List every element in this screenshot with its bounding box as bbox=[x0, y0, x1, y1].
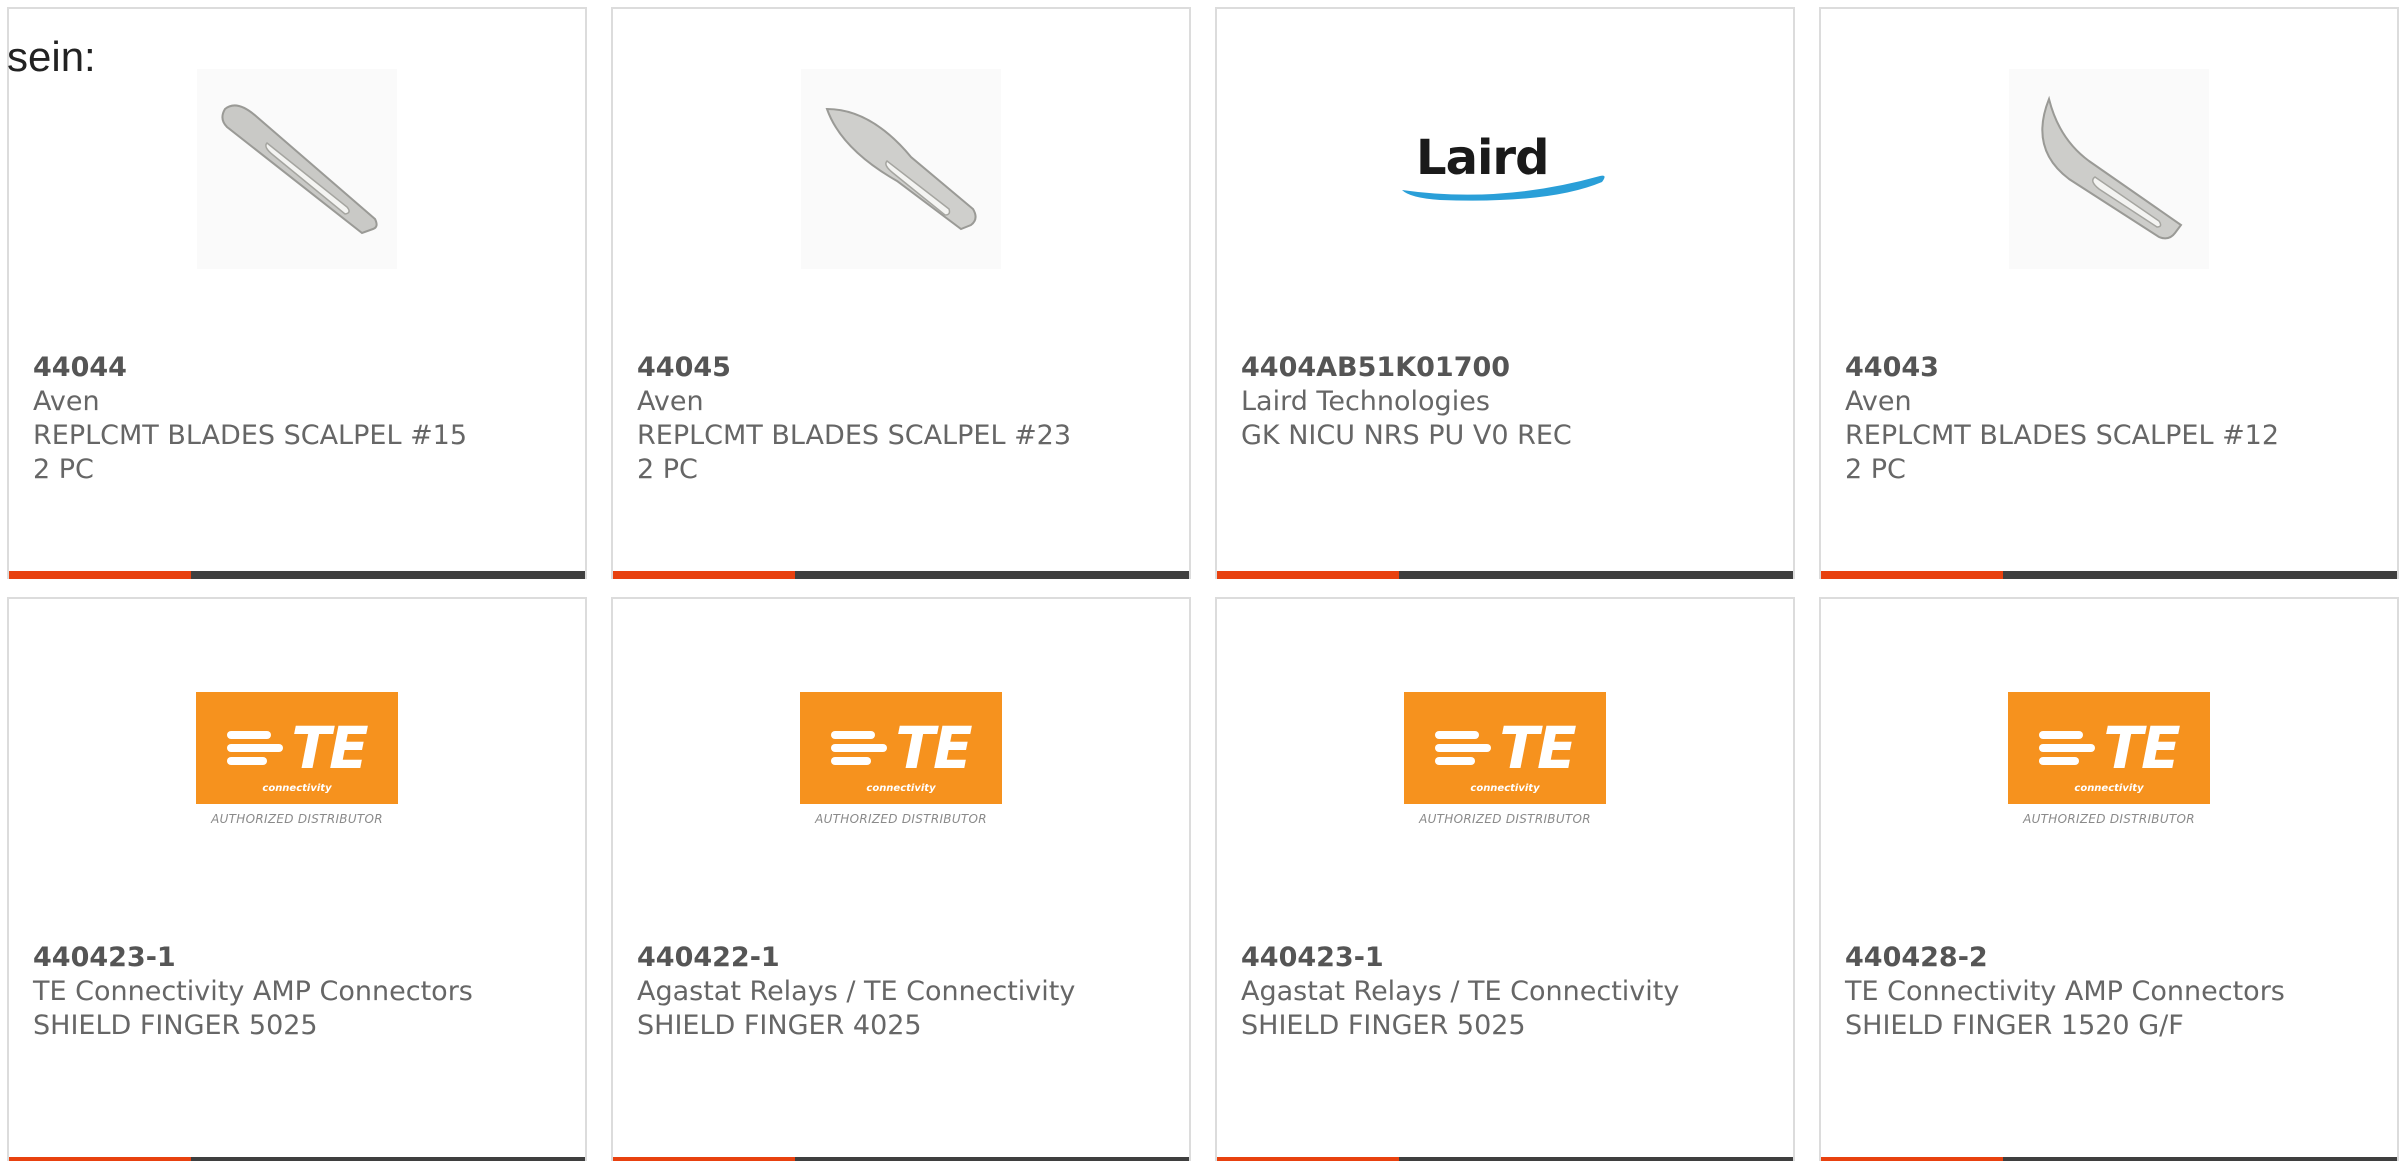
quantity: 2 PC bbox=[33, 454, 94, 485]
description: SHIELD FINGER 1520 G/F bbox=[1845, 1010, 2184, 1041]
card-bottom-bar bbox=[613, 571, 1189, 579]
product-image[interactable]: TE connectivity AUTHORIZED DISTRIBUTOR bbox=[613, 659, 1189, 859]
te-authorized-text: AUTHORIZED DISTRIBUTOR bbox=[211, 812, 383, 826]
product-card[interactable]: TE connectivity AUTHORIZED DISTRIBUTOR 4… bbox=[7, 597, 587, 1161]
te-logo-mark: TE bbox=[291, 714, 368, 782]
part-number[interactable]: 44045 bbox=[637, 351, 1169, 385]
te-logo-sub: connectivity bbox=[866, 783, 936, 794]
product-image[interactable]: Laird bbox=[1217, 69, 1793, 269]
product-image[interactable]: TE connectivity AUTHORIZED DISTRIBUTOR bbox=[1821, 659, 2397, 859]
scalpel-blade-15-icon bbox=[197, 69, 397, 269]
card-accent-bar bbox=[9, 571, 191, 579]
manufacturer: TE Connectivity AMP Connectors bbox=[1845, 976, 2285, 1007]
te-logo-mark: TE bbox=[2103, 714, 2180, 782]
quantity: 2 PC bbox=[637, 454, 698, 485]
product-card[interactable]: 44044 Aven REPLCMT BLADES SCALPEL #15 2 … bbox=[7, 7, 587, 579]
card-bottom-bar bbox=[1217, 1157, 1793, 1161]
product-card[interactable]: 44043 Aven REPLCMT BLADES SCALPEL #12 2 … bbox=[1819, 7, 2399, 579]
manufacturer: TE Connectivity AMP Connectors bbox=[33, 976, 473, 1007]
product-card[interactable]: TE connectivity AUTHORIZED DISTRIBUTOR 4… bbox=[1215, 597, 1795, 1161]
te-authorized-text: AUTHORIZED DISTRIBUTOR bbox=[2023, 812, 2195, 826]
product-image[interactable] bbox=[9, 69, 585, 269]
card-accent-bar bbox=[1821, 571, 2003, 579]
lead-text: sein: bbox=[7, 33, 96, 80]
manufacturer: Agastat Relays / TE Connectivity bbox=[637, 976, 1076, 1007]
part-number[interactable]: 4404AB51K01700 bbox=[1241, 351, 1773, 385]
te-logo-sub: connectivity bbox=[1470, 783, 1540, 794]
manufacturer: Laird Technologies bbox=[1241, 386, 1490, 417]
te-connectivity-logo: TE connectivity AUTHORIZED DISTRIBUTOR bbox=[1404, 692, 1606, 826]
manufacturer: Aven bbox=[637, 386, 704, 417]
te-authorized-text: AUTHORIZED DISTRIBUTOR bbox=[815, 812, 987, 826]
laird-swoosh-icon bbox=[1402, 175, 1605, 201]
manufacturer: Aven bbox=[33, 386, 100, 417]
card-bottom-bar bbox=[1821, 1157, 2397, 1161]
part-number[interactable]: 44044 bbox=[33, 351, 565, 385]
te-connectivity-logo: TE connectivity AUTHORIZED DISTRIBUTOR bbox=[2008, 692, 2210, 826]
card-accent-bar bbox=[613, 571, 795, 579]
card-accent-bar bbox=[1217, 571, 1399, 579]
product-image[interactable]: TE connectivity AUTHORIZED DISTRIBUTOR bbox=[1217, 659, 1793, 859]
laird-logo: Laird bbox=[1400, 124, 1610, 214]
description: REPLCMT BLADES SCALPEL #12 bbox=[1845, 420, 2280, 451]
manufacturer: Agastat Relays / TE Connectivity bbox=[1241, 976, 1680, 1007]
part-number[interactable]: 440422-1 bbox=[637, 941, 1169, 975]
product-image[interactable] bbox=[1821, 69, 2397, 269]
product-image[interactable] bbox=[613, 69, 1189, 269]
card-bottom-bar bbox=[1217, 571, 1793, 579]
card-accent-bar bbox=[1217, 1157, 1399, 1161]
description: GK NICU NRS PU V0 REC bbox=[1241, 420, 1572, 451]
part-number[interactable]: 440423-1 bbox=[33, 941, 565, 975]
card-accent-bar bbox=[1821, 1157, 2003, 1161]
te-connectivity-logo: TE connectivity AUTHORIZED DISTRIBUTOR bbox=[196, 692, 398, 826]
description: SHIELD FINGER 5025 bbox=[1241, 1010, 1526, 1041]
te-connectivity-logo: TE connectivity AUTHORIZED DISTRIBUTOR bbox=[800, 692, 1002, 826]
description: SHIELD FINGER 5025 bbox=[33, 1010, 318, 1041]
part-number[interactable]: 44043 bbox=[1845, 351, 2377, 385]
part-number[interactable]: 440428-2 bbox=[1845, 941, 2377, 975]
description: SHIELD FINGER 4025 bbox=[637, 1010, 922, 1041]
card-bottom-bar bbox=[9, 1157, 585, 1161]
description: REPLCMT BLADES SCALPEL #15 bbox=[33, 420, 468, 451]
te-logo-sub: connectivity bbox=[2074, 783, 2144, 794]
scalpel-blade-12-icon bbox=[2009, 69, 2209, 269]
product-image[interactable]: TE connectivity AUTHORIZED DISTRIBUTOR bbox=[9, 659, 585, 859]
te-logo-mark: TE bbox=[1499, 714, 1576, 782]
product-card[interactable]: 44045 Aven REPLCMT BLADES SCALPEL #23 2 … bbox=[611, 7, 1191, 579]
card-bottom-bar bbox=[613, 1157, 1189, 1161]
card-bottom-bar bbox=[9, 571, 585, 579]
te-authorized-text: AUTHORIZED DISTRIBUTOR bbox=[1419, 812, 1591, 826]
card-accent-bar bbox=[9, 1157, 191, 1161]
te-logo-sub: connectivity bbox=[262, 783, 332, 794]
scalpel-blade-23-icon bbox=[801, 69, 1001, 269]
quantity: 2 PC bbox=[1845, 454, 1906, 485]
product-card[interactable]: TE connectivity AUTHORIZED DISTRIBUTOR 4… bbox=[611, 597, 1191, 1161]
card-bottom-bar bbox=[1821, 571, 2397, 579]
te-logo-mark: TE bbox=[895, 714, 972, 782]
card-accent-bar bbox=[613, 1157, 795, 1161]
manufacturer: Aven bbox=[1845, 386, 1912, 417]
product-card[interactable]: TE connectivity AUTHORIZED DISTRIBUTOR 4… bbox=[1819, 597, 2399, 1161]
part-number[interactable]: 440423-1 bbox=[1241, 941, 1773, 975]
description: REPLCMT BLADES SCALPEL #23 bbox=[637, 420, 1072, 451]
product-card[interactable]: Laird 4404AB51K01700 Laird Technologies … bbox=[1215, 7, 1795, 579]
